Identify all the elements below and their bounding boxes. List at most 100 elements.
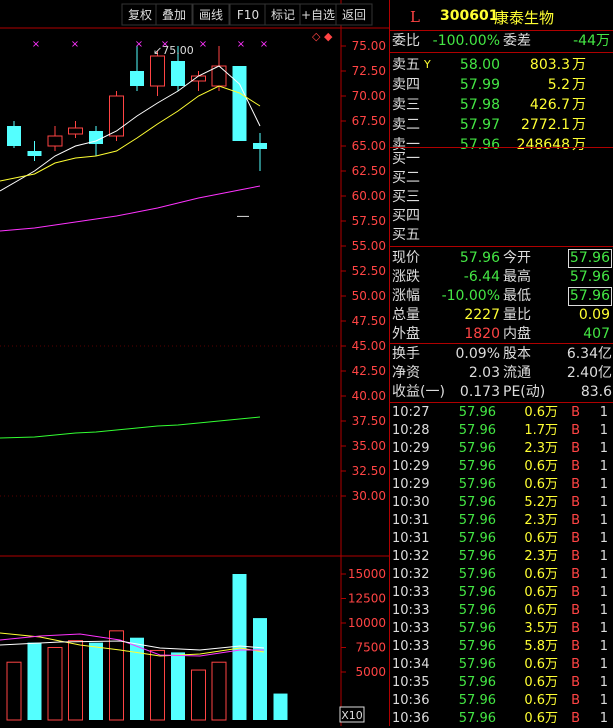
stock-header: L 300601 康泰生物 (390, 0, 613, 34)
tick-row: 10:32 57.96 0.6万 B 1 (390, 566, 613, 584)
tick-time: 10:36 (392, 711, 430, 726)
tick-side: B (571, 405, 580, 420)
tick-volume: 3.5万 (524, 621, 558, 636)
quote-label: 外盘 (392, 326, 420, 342)
price-tick-label: 40.00 (352, 389, 386, 403)
ask-volume: 426.7 (529, 97, 570, 113)
price-tick-label: 67.50 (352, 114, 386, 128)
triangle-icon[interactable]: ◆ (324, 30, 333, 43)
tick-time: 10:32 (392, 567, 430, 582)
ask-price: 57.99 (459, 77, 500, 93)
tick-side: B (571, 585, 580, 600)
quote-value: 57.96 (459, 250, 500, 266)
commission-diff-label: 委差 (503, 33, 531, 49)
tick-time: 10:33 (392, 603, 430, 618)
tick-side: B (571, 423, 580, 438)
tick-time: 10:33 (392, 639, 430, 654)
candle (150, 51, 165, 96)
volume-bar (27, 642, 42, 720)
tick-price: 57.96 (458, 495, 496, 510)
tick-time: 10:33 (392, 621, 430, 636)
ask-volume: 803.3 (529, 57, 570, 73)
tick-count: 1 (599, 567, 608, 582)
volume-tick-label: 10000 (348, 616, 386, 630)
quote-value: 57.96 (567, 287, 612, 306)
overlay-button[interactable]: 叠加 (155, 3, 193, 26)
tick-price: 57.96 (458, 567, 496, 582)
quote-row: 总量 2227 量比 0.09 (390, 305, 613, 325)
price-tick-label: 47.50 (352, 314, 386, 328)
fundamental-value: 2.03 (468, 365, 500, 381)
tick-count: 1 (599, 477, 608, 492)
draw-line-button[interactable]: 画线 (192, 3, 230, 26)
volume-bar (6, 661, 22, 721)
restore-rights-button[interactable]: 复权 (121, 3, 159, 26)
tick-row: 10:33 57.96 5.8万 B 1 (390, 638, 613, 656)
kline-chart[interactable]: ◇ ◆ 复权 叠加 画线 F10 标记 +自选 返回 × × × × × × ×↙75.00 75.007… (0, 0, 389, 726)
tick-count: 1 (599, 657, 608, 672)
tick-volume: 0.6万 (524, 477, 558, 492)
price-tick-label: 55.00 (352, 239, 386, 253)
tick-price: 57.96 (458, 459, 496, 474)
fundamental-value: 6.34亿 (566, 346, 612, 362)
ask-price: 57.97 (459, 117, 500, 133)
price-tick-label: 45.00 (352, 339, 386, 353)
add-watchlist-button[interactable]: +自选 (299, 3, 337, 26)
tick-price: 57.96 (458, 513, 496, 528)
tick-volume: 0.6万 (524, 531, 558, 546)
tick-side: B (571, 459, 580, 474)
quote-value: 407 (583, 326, 610, 342)
bid-label: 买四 (392, 208, 420, 224)
volume-bar (171, 652, 185, 720)
tick-side: B (571, 549, 580, 564)
tick-count: 1 (599, 675, 608, 690)
bid-label: 买五 (392, 227, 420, 243)
tick-row: 10:30 57.96 5.2万 B 1 (390, 494, 613, 512)
mark-button[interactable]: 标记 (264, 3, 302, 26)
ask-volume: 5.2 (547, 77, 570, 93)
price-tick-label: 50.00 (352, 289, 386, 303)
ask-row: 卖五 Y 58.00 803.3 万 (390, 55, 613, 75)
quote-value: -6.44 (463, 269, 500, 285)
diamond-icon[interactable]: ◇ (312, 30, 321, 43)
quote-value: 2227 (464, 307, 500, 323)
quote-label: 量比 (503, 307, 531, 323)
quote-value: 1820 (464, 326, 500, 342)
fundamental-row: 换手 0.09% 股本 6.34亿 (390, 344, 613, 364)
price-tick-label: 72.50 (352, 64, 386, 78)
quote-value: 0.09 (578, 307, 610, 323)
tick-price: 57.96 (458, 549, 496, 564)
ma-yellow-line (0, 85, 261, 182)
tick-price: 57.96 (458, 693, 496, 708)
tick-side: B (571, 621, 580, 636)
ask-row: 卖三 57.98 426.7 万 (390, 95, 613, 115)
quote-value: -10.00% (441, 288, 500, 304)
tick-time: 10:31 (392, 513, 430, 528)
tick-price: 57.96 (458, 603, 496, 618)
tick-time: 10:36 (392, 693, 430, 708)
tick-row: 10:27 57.96 0.6万 B 1 (390, 404, 613, 422)
quote-label: 最高 (503, 269, 531, 285)
tick-time: 10:27 (392, 405, 430, 420)
f10-button[interactable]: F10 (229, 3, 267, 26)
tick-side: B (571, 675, 580, 690)
candle (47, 126, 63, 151)
back-button[interactable]: 返回 (335, 3, 373, 26)
quote-label: 涨跌 (392, 269, 420, 285)
ask-label: 卖三 (392, 97, 420, 113)
tick-count: 1 (599, 621, 608, 636)
tick-volume: 0.6万 (524, 567, 558, 582)
tick-count: 1 (599, 639, 608, 654)
stock-name: 康泰生物 (494, 9, 555, 27)
quote-label: 涨幅 (392, 288, 420, 304)
candle (232, 66, 247, 141)
commission-ratio-label: 委比 (392, 33, 420, 49)
tick-price: 57.96 (458, 657, 496, 672)
ask-volume-unit: 万 (572, 97, 586, 113)
tick-volume: 1.7万 (524, 423, 558, 438)
quote-label: 今开 (503, 250, 531, 266)
tick-side: B (571, 567, 580, 582)
tick-time: 10:34 (392, 657, 430, 672)
tick-time: 10:35 (392, 675, 430, 690)
tick-row: 10:31 57.96 2.3万 B 1 (390, 512, 613, 530)
